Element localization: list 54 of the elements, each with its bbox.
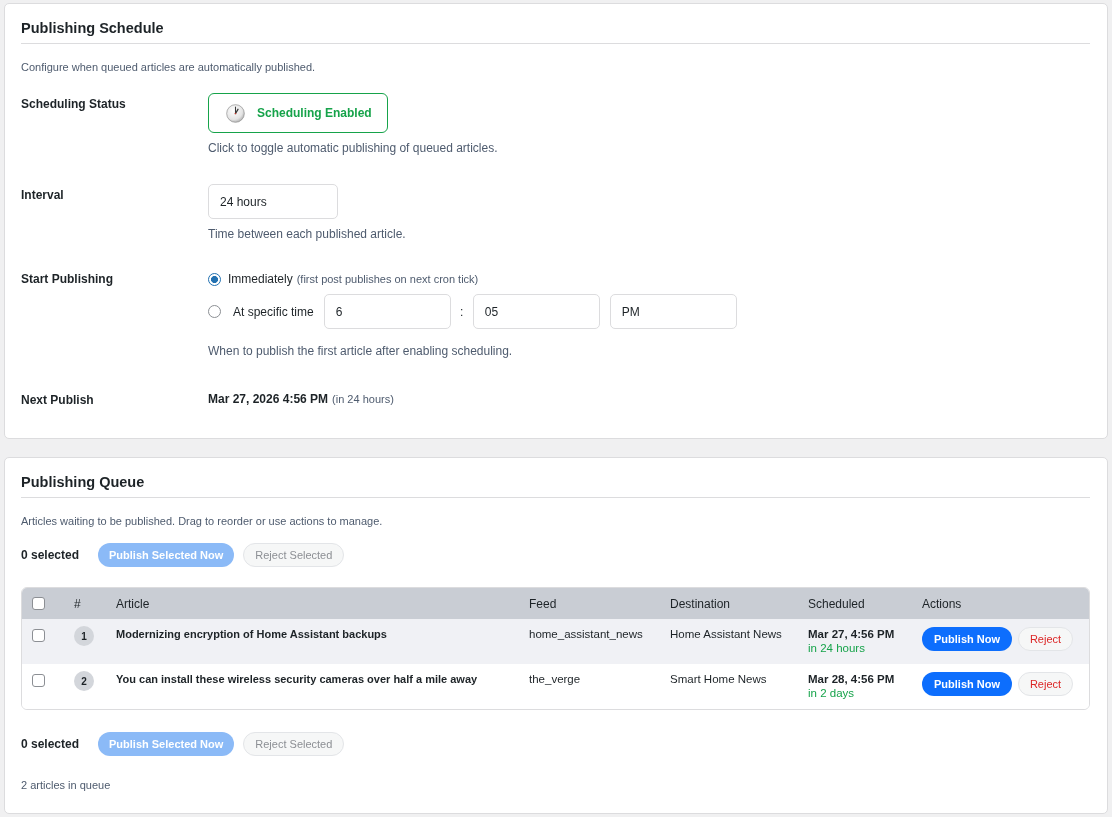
article-title: Modernizing encryption of Home Assistant backups	[116, 628, 387, 640]
column-header: Scheduled	[808, 596, 865, 611]
radio-button[interactable]	[208, 305, 221, 318]
feed-name: home_assistant_news	[529, 628, 643, 640]
option-label[interactable]: Immediately	[228, 271, 293, 287]
column-header: #	[74, 596, 81, 611]
queue-count: 2 articles in queue	[21, 778, 112, 793]
destination-name: Home Assistant News	[670, 628, 782, 640]
reject-button[interactable]: Reject	[1018, 627, 1073, 651]
reject-button[interactable]: Reject	[1018, 672, 1073, 696]
relative-time-note: (in 24 hours)	[332, 393, 394, 405]
select-all-checkbox[interactable]	[32, 597, 45, 610]
clock-icon	[226, 103, 245, 123]
column-header: Destination	[670, 596, 731, 611]
scheduling-toggle-button[interactable]: Scheduling Enabled	[208, 93, 388, 133]
radio-button[interactable]	[208, 272, 221, 286]
panel-description: Articles waiting to be published. Drag to reorder or use actions to manage.	[21, 514, 384, 529]
publish-now-button[interactable]: Publish Now	[922, 627, 1012, 651]
option-label[interactable]: At specific time	[233, 303, 314, 320]
field-label: Interval	[21, 187, 64, 203]
field-hint: When to publish the first article after enabling scheduling.	[208, 343, 513, 359]
column-header: Article	[116, 596, 150, 611]
article-title: You can install these wireless security cameras over half a mile away	[116, 673, 478, 685]
interval-input[interactable]: 24 hours	[208, 184, 338, 219]
relative-time: in 2 days	[808, 687, 856, 699]
field-hint: Click to toggle automatic publishing of queued articles.	[208, 140, 498, 156]
panel-description: Configure when queued articles are automatically published.	[21, 60, 317, 75]
row-number: 2	[74, 671, 94, 691]
field-hint: Time between each published article.	[208, 226, 406, 242]
am-pm-field[interactable]: PM	[609, 294, 737, 329]
time-separator: :	[459, 304, 465, 319]
field-label: Start Publishing	[21, 271, 113, 287]
field-label: Next Publish	[21, 392, 94, 408]
next-publish-time: Mar 27, 2026 4:56 PM	[208, 392, 329, 406]
destination-name: Smart Home News	[670, 673, 767, 685]
scheduled-date: Mar 27, 4:56 PM	[808, 628, 896, 640]
column-header: Actions	[922, 596, 962, 611]
panel-title: Publishing Schedule	[21, 18, 1090, 44]
selected-count: 0 selected	[21, 737, 81, 751]
row-number: 1	[74, 626, 94, 646]
hour-input[interactable]: 6	[323, 294, 451, 329]
minute-input[interactable]: 05	[472, 294, 600, 329]
column-header: Feed	[529, 596, 557, 611]
relative-time: in 24 hours	[808, 642, 866, 654]
publish-now-button[interactable]: Publish Now	[922, 672, 1012, 696]
field-label: Scheduling Status	[21, 96, 126, 112]
panel-title: Publishing Queue	[21, 472, 1090, 498]
feed-name: the_verge	[529, 673, 581, 685]
option-note: (first post publishes on next cron tick)	[296, 273, 479, 285]
row-checkbox[interactable]	[32, 674, 45, 687]
table-row[interactable]: 1 Modernizing encryption of Home Assistant backups home_assistant_news Home Assistant News Mar 27, 4:56 PM in 24 hours Publish Now Reject	[22, 619, 1089, 664]
scheduled-date: Mar 28, 4:56 PM	[808, 673, 896, 685]
row-checkbox[interactable]	[32, 629, 45, 642]
selected-count: 0 selected	[21, 548, 81, 562]
